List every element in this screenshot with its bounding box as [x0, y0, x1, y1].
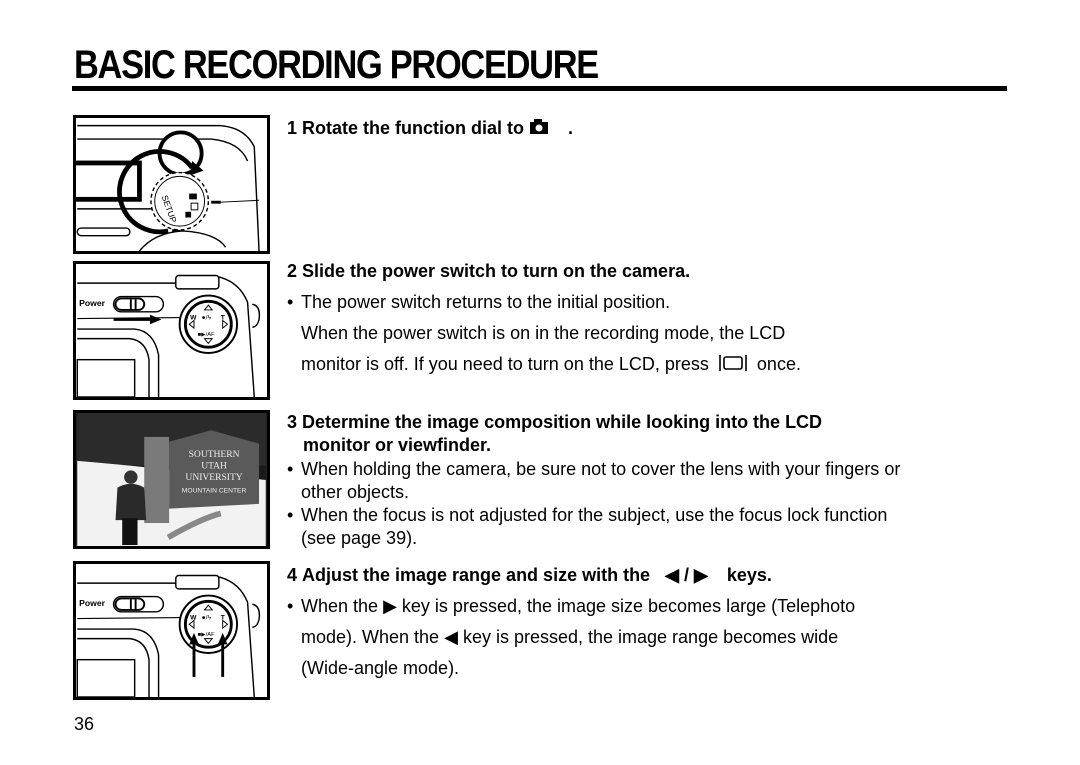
pad-w-label: W	[190, 614, 197, 621]
step-2-line-2: When the power switch is on in the recor…	[301, 323, 786, 343]
dial-camera-icon	[189, 193, 197, 200]
left-arrow-icon: ◀	[665, 565, 679, 585]
step-3-bullet-2-line-1: • When the focus is not adjusted for the …	[287, 504, 887, 526]
figure-function-dial: SETUP	[73, 115, 270, 254]
step-2-text-1: The power switch returns to the initial …	[301, 292, 671, 312]
pad-top-label: ●/ϟ	[202, 614, 212, 621]
step-1-period: .	[568, 118, 574, 138]
title-underline	[72, 86, 1007, 91]
step-2-text: Slide the power switch to turn on the ca…	[302, 261, 691, 281]
step-1-number: 1	[287, 118, 298, 138]
step-2-number: 2	[287, 261, 298, 281]
sign-line-3: UNIVERSITY	[185, 472, 242, 483]
step-3-text-b1: When holding the camera, be sure not to …	[301, 459, 901, 479]
step-2-line-3: monitor is off. If you need to turn on t…	[301, 353, 801, 377]
figure-zoom-keys: Power W T ●/ϟ ■▶/AF	[73, 561, 270, 700]
step-4-number: 4	[287, 565, 298, 585]
step-4-line-2: mode). When the ◀ key is pressed, the im…	[301, 626, 838, 648]
page-title: BASIC RECORDING PROCEDURE	[74, 43, 599, 87]
figure-power-switch: Power W T ●/ϟ ■▶/AF	[73, 261, 270, 400]
step-3-text-1: Determine the image composition while lo…	[302, 412, 823, 432]
step-1-heading: 1 Rotate the function dial to .	[287, 116, 573, 141]
power-label: Power	[79, 298, 105, 308]
step-4-text-1b: key is pressed, the image size becomes l…	[401, 596, 856, 616]
step-4-keys: keys.	[726, 565, 772, 585]
bullet: •	[287, 505, 294, 525]
step-2-heading: 2 Slide the power switch to turn on the c…	[287, 259, 690, 283]
sign-line-2: UTAH	[201, 460, 227, 471]
pad-w-label: W	[190, 314, 197, 321]
sign-line-1: SOUTHERN	[189, 449, 240, 460]
camera-icon	[529, 117, 549, 141]
function-dial-illustration: SETUP	[76, 124, 260, 251]
step-2-text-3: monitor is off. If you need to turn on t…	[301, 354, 709, 374]
bullet: •	[287, 459, 294, 479]
zoom-keys-illustration: Power W T ●/ϟ ■▶/AF	[76, 574, 261, 697]
step-4-line-3: (Wide-angle mode).	[301, 658, 460, 678]
step-3-bullet-1-line-1: • When holding the camera, be sure not to…	[287, 458, 900, 480]
page-number: 36	[74, 714, 95, 734]
bullet: •	[287, 596, 294, 616]
lcd-button-icon	[718, 354, 748, 377]
step-3-number: 3	[287, 412, 298, 432]
step-2-text-once: once.	[756, 354, 801, 374]
step-4-text-1a: When the	[301, 596, 379, 616]
pad-bottom-label: ■▶/AF	[198, 332, 215, 338]
step-4-text: Adjust the image range and size with the	[302, 565, 651, 585]
sign-photo: SOUTHERN UTAH UNIVERSITY MOUNTAIN CENTER	[77, 413, 266, 546]
step-4-text-2b: key is pressed, the image range becomes …	[462, 627, 839, 647]
left-arrow-icon: ◀	[444, 627, 458, 647]
step-3-text-b2: When the focus is not adjusted for the s…	[301, 505, 888, 525]
power-label: Power	[79, 598, 105, 608]
step-1-text: Rotate the function dial to	[302, 118, 525, 138]
step-4-text-2a: mode). When the	[301, 627, 440, 647]
step-3-heading-line-2: monitor or viewfinder.	[303, 435, 492, 455]
figure-photo: SOUTHERN UTAH UNIVERSITY MOUNTAIN CENTER	[73, 410, 270, 549]
step-4-line-1: • When the ▶ key is pressed, the image si…	[287, 595, 855, 617]
pad-top-label: ●/ϟ	[202, 314, 212, 321]
bullet: •	[287, 292, 294, 312]
key-separator: /	[683, 565, 689, 585]
right-arrow-icon: ▶	[693, 565, 708, 585]
right-arrow-icon: ▶	[383, 596, 397, 616]
step-2-line-1: • The power switch returns to the initial…	[287, 291, 670, 313]
step-4-heading: 4 Adjust the image range and size with th…	[287, 563, 772, 587]
pad-bottom-label: ■▶/AF	[198, 632, 215, 638]
step-3-bullet-2-line-2: (see page 39).	[301, 528, 418, 548]
step-3-heading-line-1: 3 Determine the image composition while l…	[287, 410, 822, 434]
power-switch-illustration: Power W T ●/ϟ ■▶/AF	[76, 274, 261, 397]
step-3-bullet-1-line-2: other objects.	[301, 482, 410, 502]
sign-line-4: MOUNTAIN CENTER	[182, 487, 247, 494]
